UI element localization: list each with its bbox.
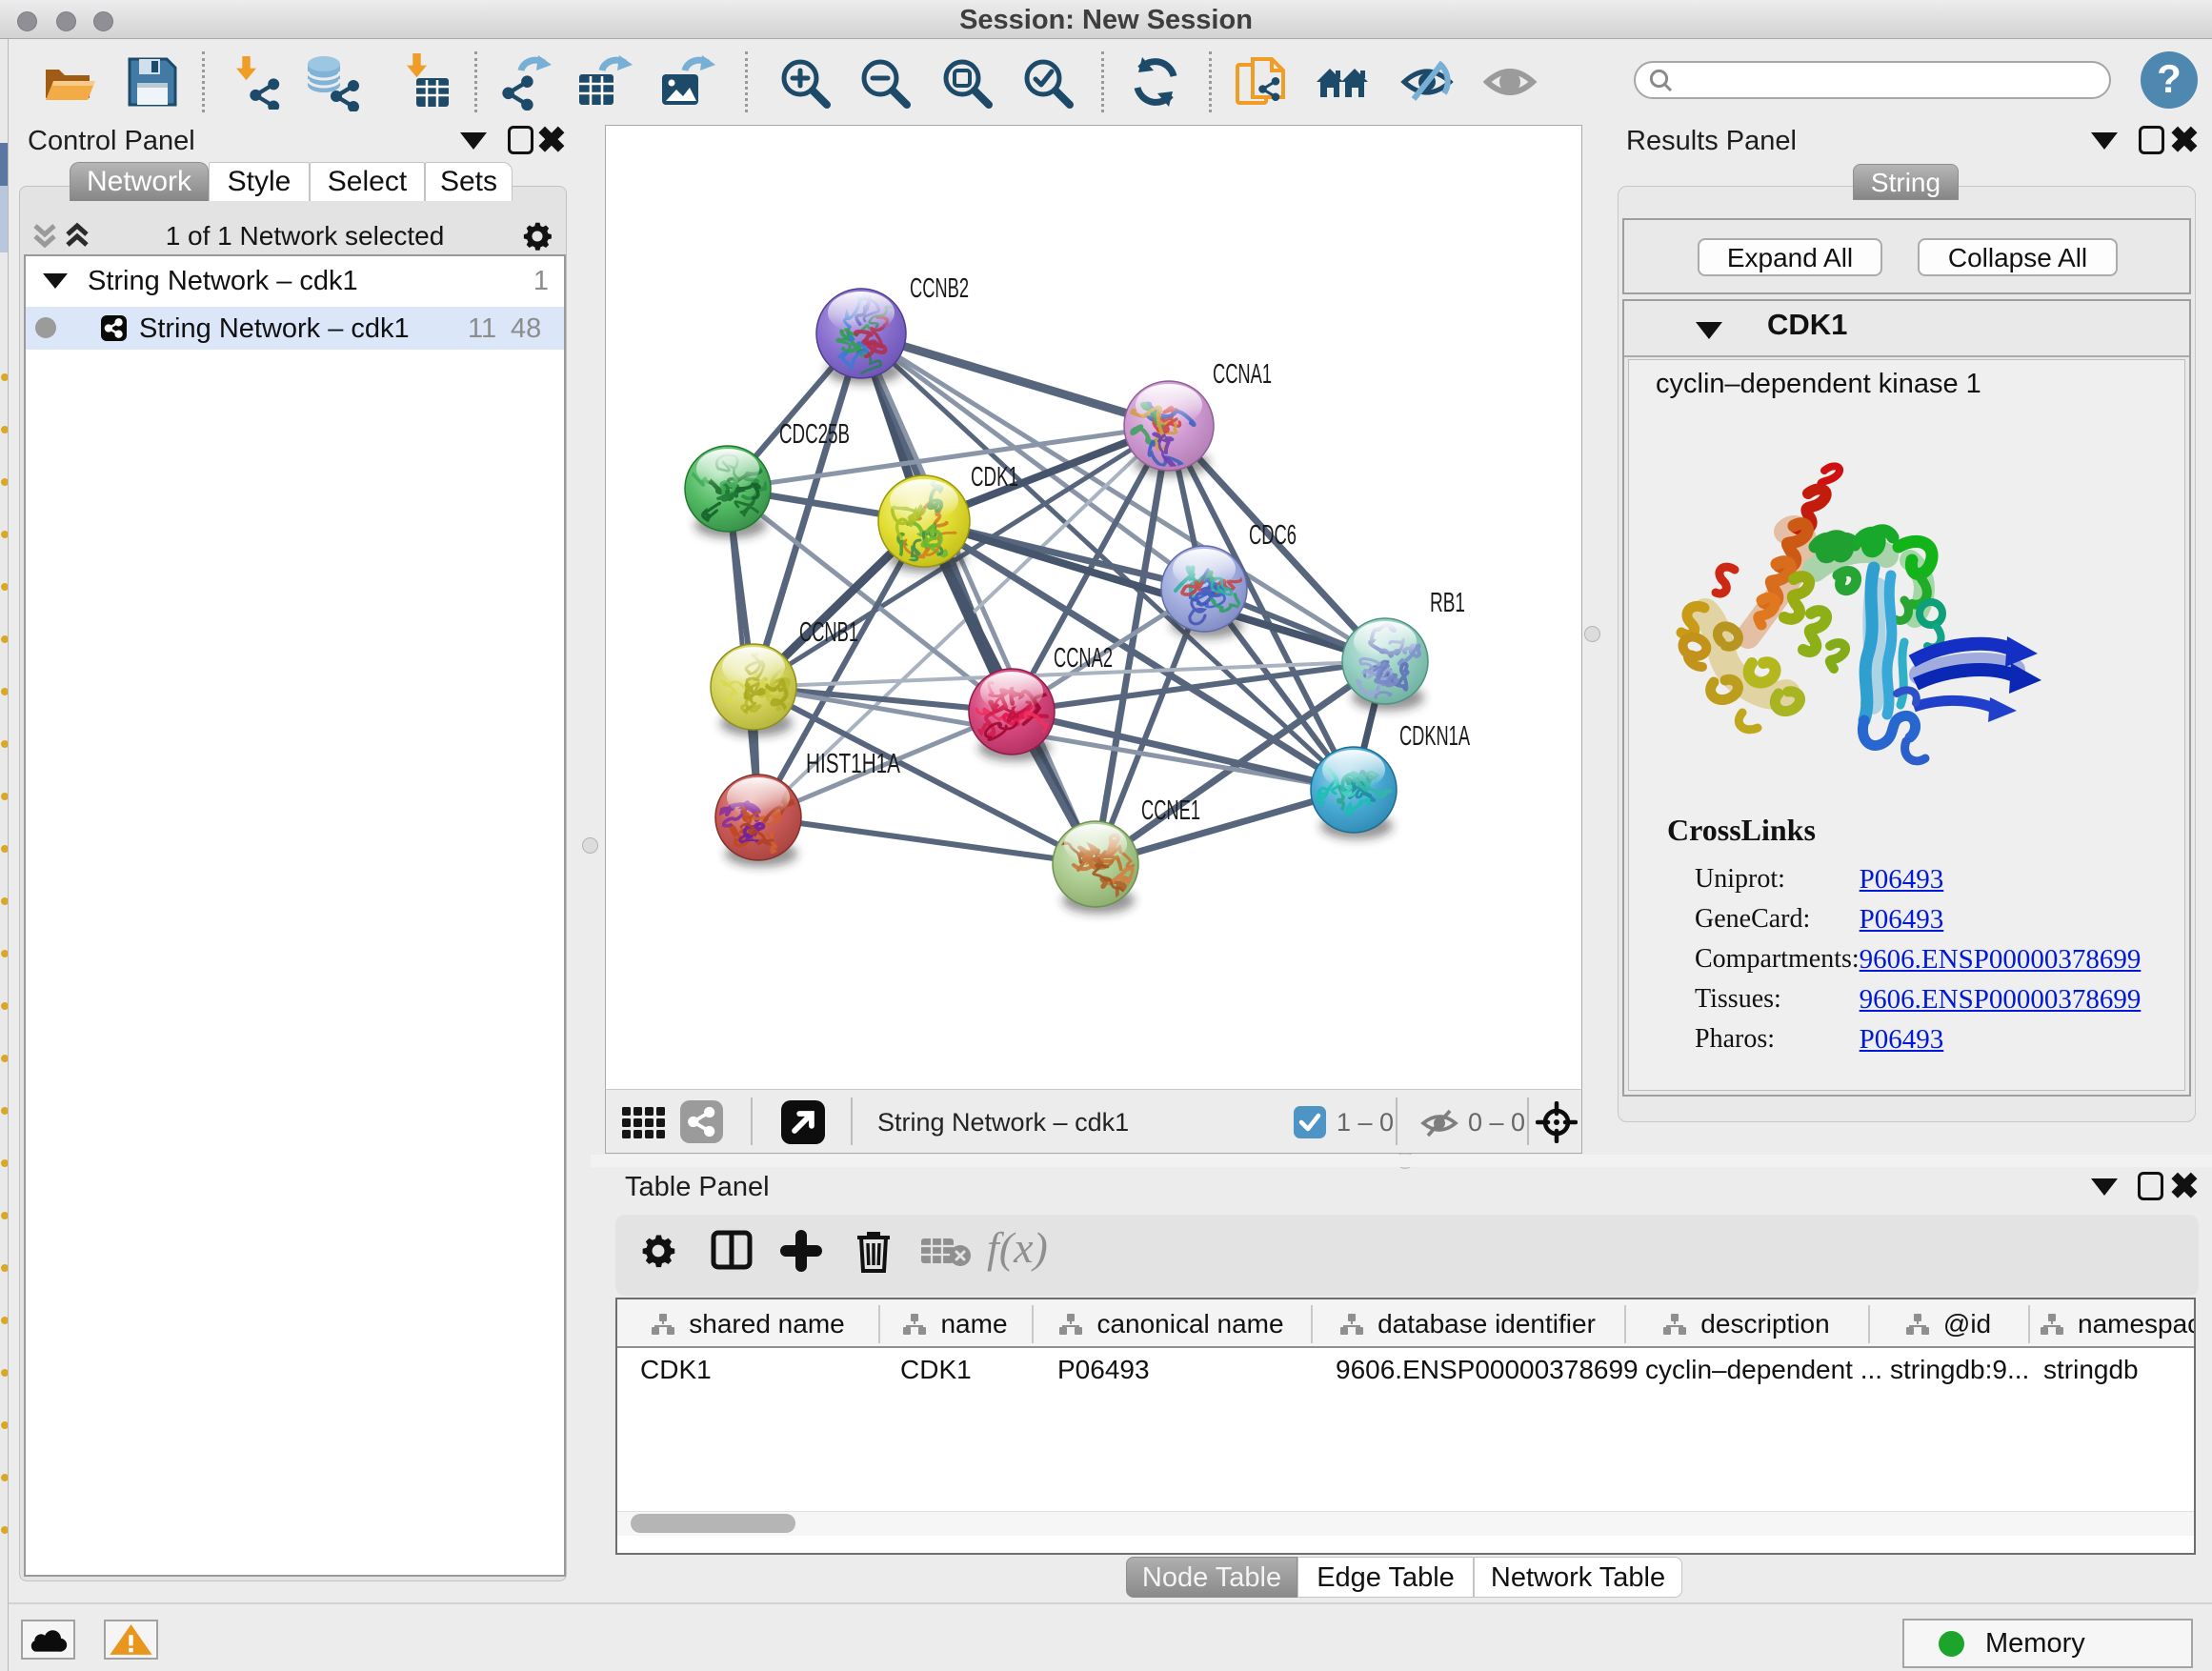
svg-text:CCNB2: CCNB2 [910,273,969,304]
svg-text:CCNE1: CCNE1 [1141,795,1200,826]
svg-text:CDC25B: CDC25B [779,419,850,450]
svg-text:CCNA2: CCNA2 [1054,643,1113,674]
svg-text:RB1: RB1 [1430,588,1465,618]
svg-text:HIST1H1A: HIST1H1A [806,749,900,779]
svg-text:CDC6: CDC6 [1249,520,1297,551]
svg-text:CCNA1: CCNA1 [1213,359,1272,390]
svg-text:CCNB1: CCNB1 [799,617,858,648]
svg-text:CDKN1A: CDKN1A [1399,721,1470,752]
svg-text:CDK1: CDK1 [971,462,1018,493]
